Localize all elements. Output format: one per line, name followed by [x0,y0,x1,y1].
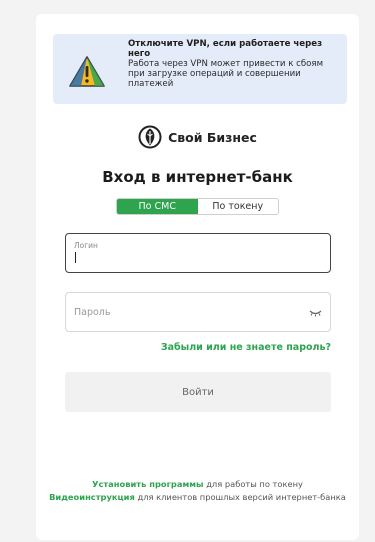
footer: Установить программы для работы по токен… [36,478,359,504]
tab-sms[interactable]: По СМС [117,199,198,214]
install-programs-link[interactable]: Установить программы [92,479,203,489]
login-label: Логин [74,241,98,250]
login-card: Отключите VPN, если работаете через него… [36,14,359,540]
video-instruction-text: для клиентов прошлых версий интернет-бан… [137,492,346,502]
eye-closed-icon[interactable] [309,309,322,317]
password-field[interactable]: Пароль [65,292,331,332]
vpn-warning-banner: Отключите VPN, если работаете через него… [53,34,347,104]
bank-logo-icon [138,125,162,149]
forgot-password-link[interactable]: Забыли или не знаете пароль? [161,342,331,353]
login-field[interactable]: Логин [65,233,331,273]
install-programs-text: для работы по токену [206,479,303,489]
footer-video-line: Видеоинструкция для клиентов прошлых вер… [36,491,359,504]
footer-install-line: Установить программы для работы по токен… [36,478,359,491]
vpn-warning-title: Отключите VPN, если работаете через него [128,39,323,59]
login-button[interactable]: Войти [65,372,331,412]
text-cursor [75,252,76,263]
video-instruction-link[interactable]: Видеоинструкция [49,492,135,502]
vpn-warning-text: Отключите VPN, если работаете через него… [128,39,340,89]
vpn-warning-body: Работа через VPN может привести к сбоям … [128,59,324,89]
tab-token[interactable]: По токену [197,199,278,214]
auth-method-tabs: По СМС По токену [116,198,279,215]
warning-triangle-icon [69,56,105,87]
page-title: Вход в интернет-банк [102,168,293,186]
brand-name: Свой Бизнес [168,129,257,145]
brand: Свой Бизнес [36,125,359,149]
password-placeholder: Пароль [74,307,111,318]
